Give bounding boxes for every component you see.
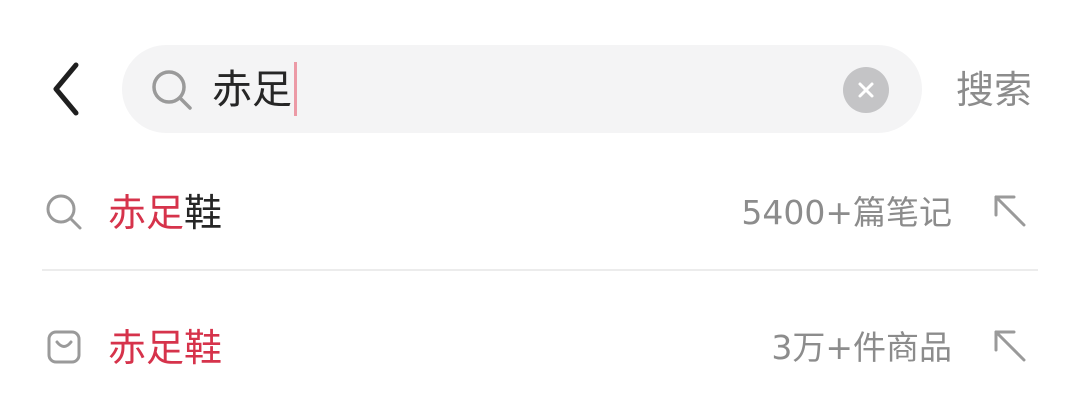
chevron-left-icon: [53, 62, 79, 116]
text-caret: [294, 62, 297, 116]
search-bar[interactable]: 赤足: [122, 45, 922, 133]
suggestion-rest-text: 鞋: [184, 191, 223, 235]
search-button[interactable]: 搜索: [956, 62, 1032, 118]
clear-button[interactable]: [843, 67, 889, 113]
suggestion-match-text: 赤足: [108, 191, 185, 235]
divider: [42, 269, 1038, 271]
shopping-bag-icon: [47, 330, 81, 364]
suggestion-text: 赤足鞋: [108, 323, 222, 373]
suggestion-item-products[interactable]: 赤足鞋 3万+件商品: [0, 287, 1080, 407]
search-input[interactable]: 赤足: [212, 62, 297, 116]
back-button[interactable]: [40, 58, 92, 120]
arrow-up-left-icon[interactable]: [990, 191, 1030, 231]
arrow-up-left-icon[interactable]: [990, 326, 1030, 366]
search-query-text: 赤足: [212, 67, 292, 113]
search-icon: [46, 194, 82, 230]
suggestion-count: 5400+篇笔记: [741, 193, 952, 232]
search-icon: [152, 70, 192, 110]
suggestion-item-notes[interactable]: 赤足鞋 5400+篇笔记: [0, 152, 1080, 272]
suggestion-match-text: 赤足鞋: [108, 326, 223, 370]
suggestion-count: 3万+件商品: [771, 328, 952, 367]
suggestion-text: 赤足鞋: [108, 188, 222, 238]
clear-icon: [858, 82, 874, 98]
